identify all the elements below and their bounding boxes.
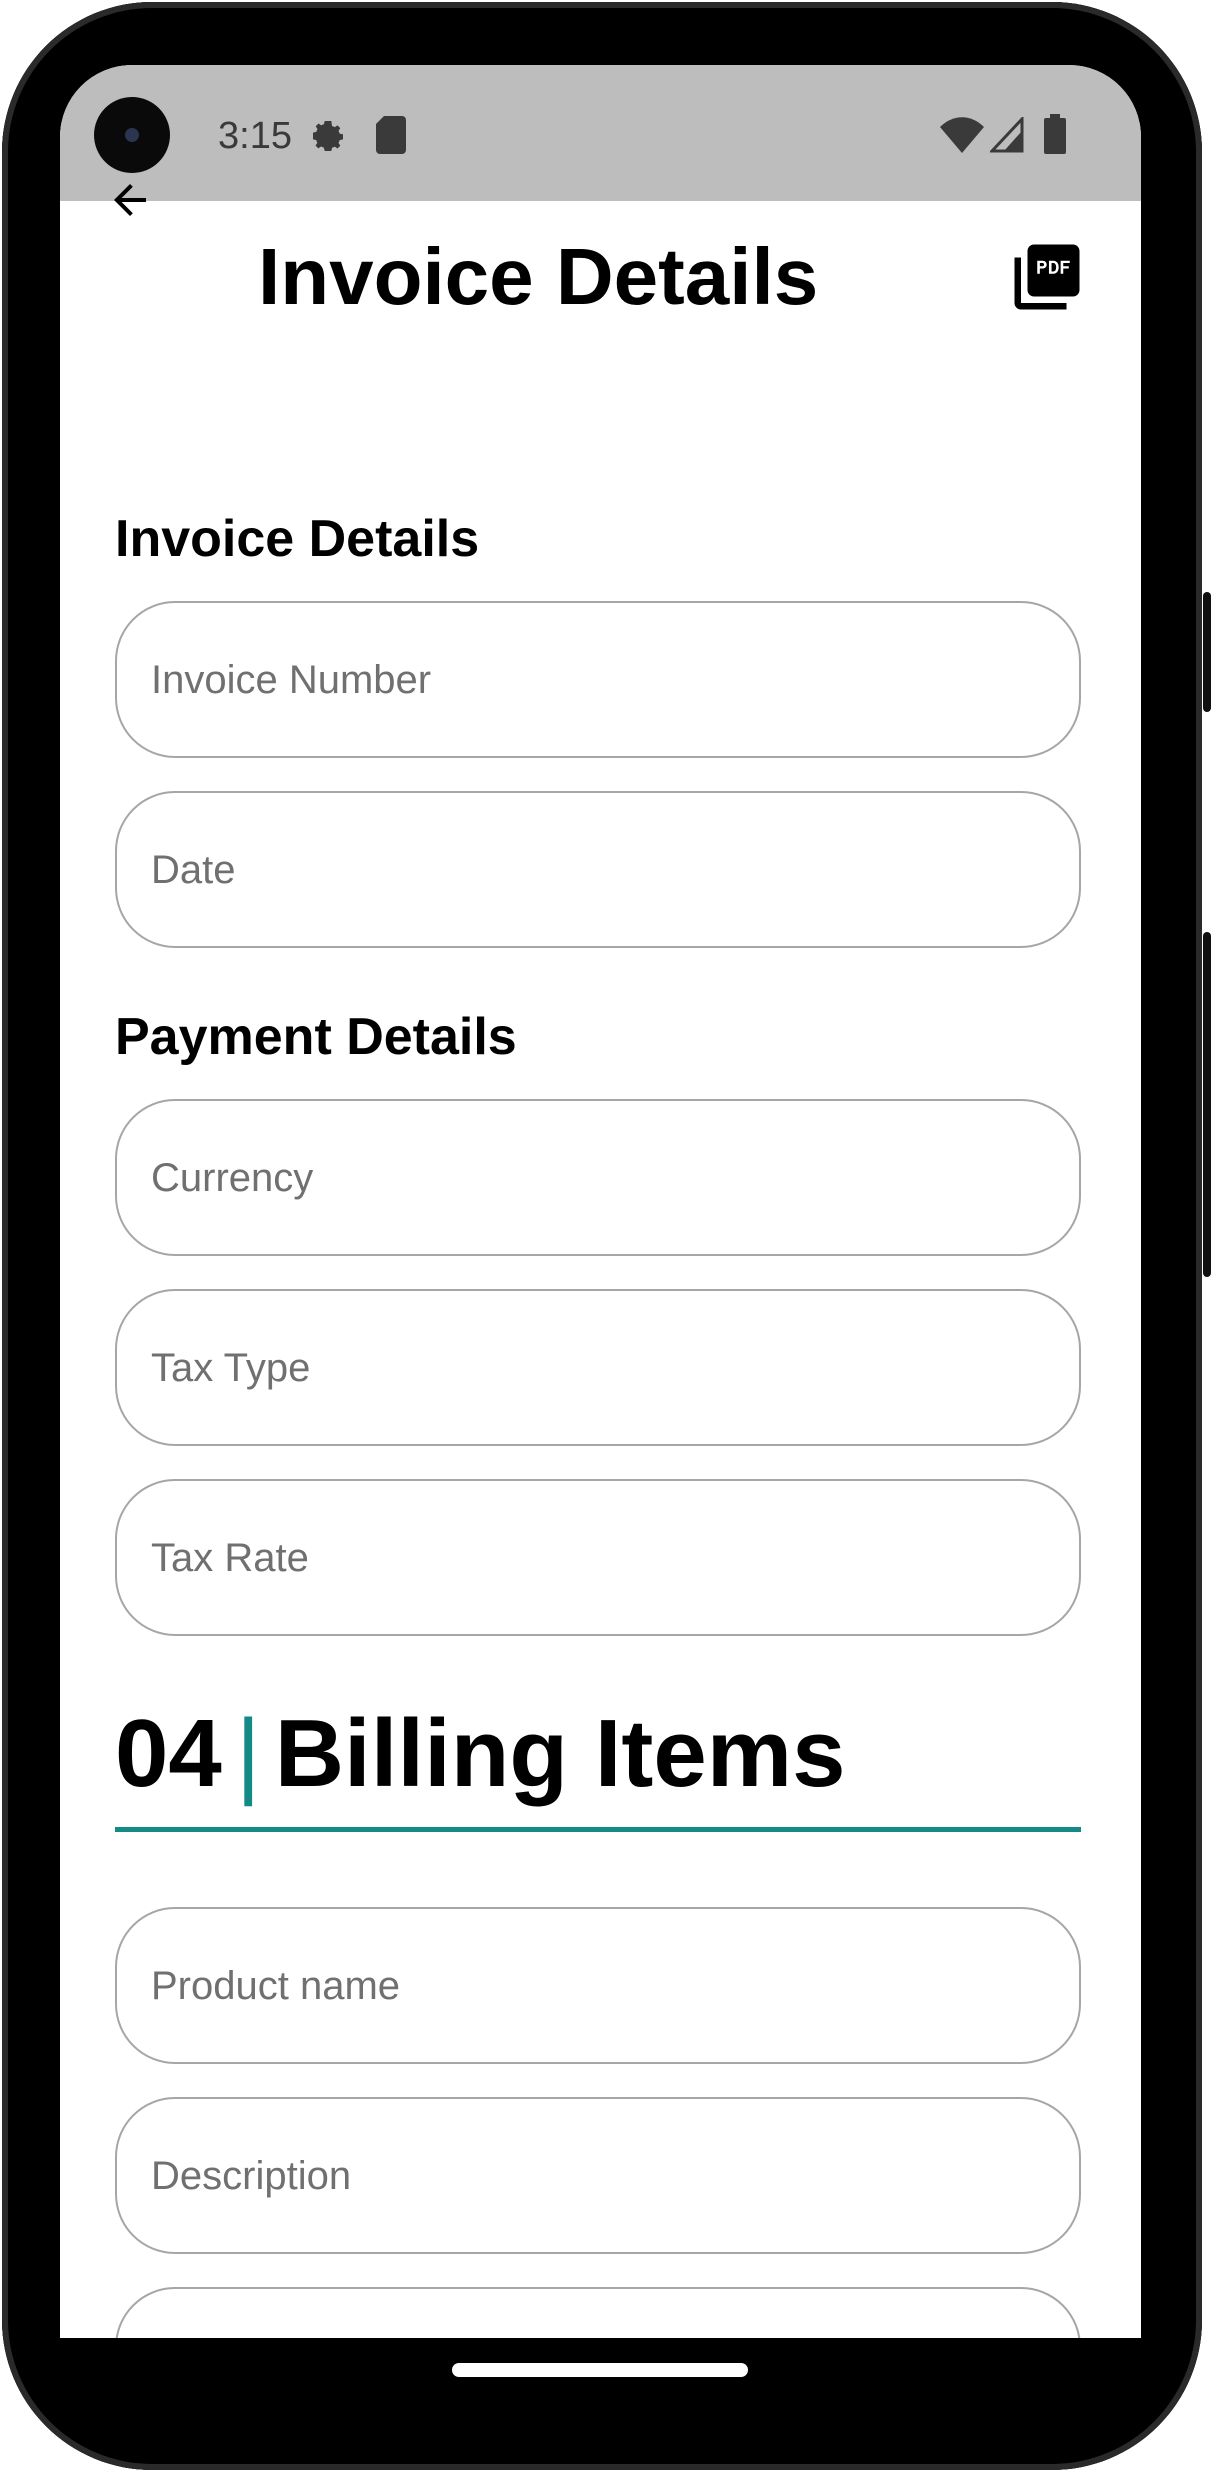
- billing-items-title: Billing Items: [274, 1700, 846, 1807]
- back-button[interactable]: [100, 170, 160, 230]
- arrow-left-icon: [114, 184, 146, 216]
- invoice-number-field[interactable]: [115, 601, 1081, 758]
- description-input[interactable]: [149, 2099, 1053, 2254]
- tax-rate-input[interactable]: [149, 1481, 1053, 1636]
- wifi-icon: [940, 117, 984, 158]
- status-time: 3:15: [218, 115, 292, 157]
- status-bar: 3:15: [60, 65, 1141, 201]
- date-input[interactable]: [149, 793, 1053, 948]
- tax-type-field[interactable]: [115, 1289, 1081, 1446]
- screen: 3:15 Invoice Details Invoice Details Inv…: [60, 65, 1141, 2338]
- heading-separator: |: [235, 1700, 261, 1807]
- front-camera: [94, 97, 170, 173]
- phone-frame: 3:15 Invoice Details Invoice Details Inv…: [0, 0, 1211, 2474]
- invoice-number-input[interactable]: [149, 603, 1053, 758]
- power-button: [1203, 592, 1211, 712]
- tax-type-input[interactable]: [149, 1291, 1053, 1446]
- description-field[interactable]: [115, 2097, 1081, 2254]
- settings-gear-icon: [308, 116, 348, 161]
- battery-icon: [1044, 114, 1066, 159]
- tax-rate-field[interactable]: [115, 1479, 1081, 1636]
- price-input[interactable]: [149, 2289, 1053, 2338]
- heading-underline: [115, 1827, 1081, 1832]
- payment-details-heading: Payment Details: [115, 1008, 517, 1066]
- sd-card-icon: [376, 116, 406, 159]
- cellular-signal-icon: [988, 115, 1024, 158]
- product-name-field[interactable]: [115, 1907, 1081, 2064]
- product-name-input[interactable]: [149, 1909, 1053, 2064]
- billing-items-heading: 04 | Billing Items: [115, 1699, 845, 1809]
- volume-button: [1203, 932, 1211, 1277]
- currency-input[interactable]: [149, 1101, 1053, 1256]
- price-field[interactable]: [115, 2287, 1081, 2338]
- export-pdf-button[interactable]: [1008, 238, 1086, 316]
- home-indicator[interactable]: [452, 2363, 748, 2377]
- currency-field[interactable]: [115, 1099, 1081, 1256]
- form-content: Invoice Details Payment Details 04|Billi…: [60, 361, 1141, 2338]
- pdf-icon: [1014, 244, 1080, 310]
- date-field[interactable]: [115, 791, 1081, 948]
- invoice-details-heading: Invoice Details: [115, 510, 480, 568]
- page-title: Invoice Details: [258, 232, 819, 321]
- section-number: 04: [115, 1700, 222, 1807]
